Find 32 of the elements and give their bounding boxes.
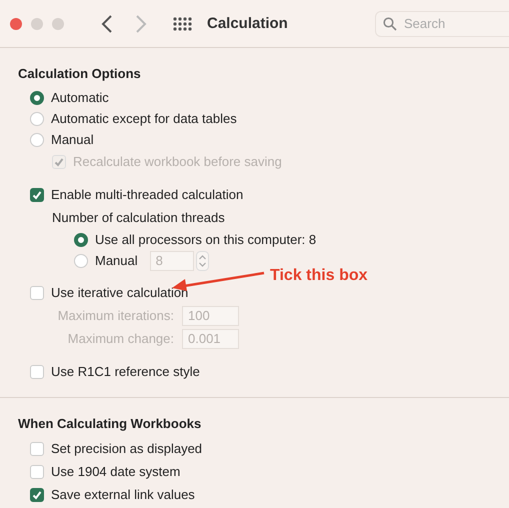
checkbox-label: Enable multi-threaded calculation [51, 187, 244, 202]
option-label: Number of calculation threads [52, 210, 225, 225]
checkbox[interactable] [30, 188, 44, 202]
radio-label: Automatic [51, 90, 109, 105]
field-label: Maximum change: [66, 331, 174, 346]
checkbox-label: Save external link values [51, 487, 195, 502]
radio-button[interactable] [30, 90, 44, 104]
checkbox-label: Set precision as displayed [51, 441, 202, 456]
search-icon [383, 16, 397, 30]
close-button[interactable] [10, 18, 22, 30]
grid-icon[interactable] [173, 16, 192, 30]
checkbox-label: Recalculate workbook before saving [73, 154, 282, 169]
radio-label: Manual [95, 253, 138, 268]
minimize-button[interactable] [31, 18, 43, 30]
radio-button[interactable] [74, 232, 88, 246]
checkbox[interactable] [30, 488, 44, 502]
checkbox-label: Use R1C1 reference style [51, 364, 200, 379]
back-icon[interactable] [101, 14, 113, 34]
checkbox-label: Use 1904 date system [51, 464, 180, 479]
radio-label: Automatic except for data tables [51, 111, 237, 126]
checkbox-label: Use iterative calculation [51, 285, 188, 300]
field-label: Maximum iterations: [56, 308, 174, 323]
radio-label: Use all processors on this computer: 8 [95, 232, 316, 247]
forward-icon[interactable] [135, 14, 147, 34]
radio-label: Manual [51, 132, 94, 147]
stepper-icon[interactable] [196, 250, 209, 270]
window-title: Calculation [207, 15, 288, 32]
section-heading: Calculation Options [17, 66, 142, 81]
search-field[interactable]: Search [375, 10, 509, 36]
section-heading: When Calculating Workbooks [17, 416, 202, 431]
annotation-text: Tick this box [270, 267, 368, 285]
zoom-button[interactable] [52, 18, 64, 30]
